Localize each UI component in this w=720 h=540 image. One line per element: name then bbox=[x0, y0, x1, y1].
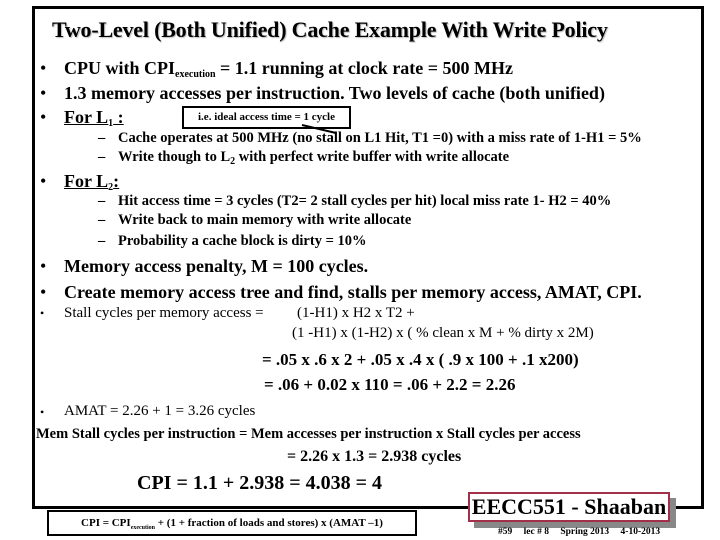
slide-number: #59 bbox=[498, 527, 513, 537]
l2-item-hit-time: Hit access time = 3 cycles (T2= 2 stall … bbox=[118, 193, 612, 209]
l1-item-operation: Cache operates at 500 MHz (no stall on L… bbox=[118, 130, 642, 146]
badge-label: EECC551 - Shaaban bbox=[468, 492, 670, 522]
l1-item-write-policy: Write though to L2 with perfect write bu… bbox=[118, 149, 510, 167]
amat-result: AMAT = 2.26 + 1 = 3.26 cycles bbox=[64, 403, 256, 419]
l2-item-dirty-probability: Probability a cache block is dirty = 10% bbox=[118, 233, 367, 249]
stall-computation-line1: = .05 x .6 x 2 + .05 x .4 x ( .9 x 100 +… bbox=[262, 350, 579, 369]
l2-item-write-back: Write back to main memory with write all… bbox=[118, 212, 412, 228]
bullet-icon: • bbox=[40, 83, 47, 103]
mem-stall-formula: Mem Stall cycles per instruction = Mem a… bbox=[36, 426, 581, 442]
l2-heading: For L2: bbox=[64, 171, 120, 193]
cpi-formula-post: + (1 + fraction of loads and stores) x (… bbox=[155, 517, 383, 529]
stall-formula-line1: (1-H1) x H2 x T2 + bbox=[297, 305, 415, 321]
dash-icon: – bbox=[98, 212, 106, 228]
l2-heading-post: : bbox=[113, 171, 120, 191]
cpi-result: CPI = 1.1 + 2.938 = 4.038 = 4 bbox=[137, 472, 383, 494]
semester: Spring 2013 bbox=[560, 527, 610, 537]
bullet-icon: • bbox=[40, 58, 47, 78]
lecture-number: lec # 8 bbox=[523, 527, 549, 537]
bullet-icon: • bbox=[40, 256, 47, 276]
dash-icon: – bbox=[98, 149, 106, 165]
mem-stall-result: = 2.26 x 1.3 = 2.938 cycles bbox=[287, 448, 462, 465]
cpu-info-sub: execution bbox=[175, 69, 216, 80]
stall-label: Stall cycles per memory access = bbox=[64, 305, 264, 321]
stall-computation-line2: = .06 + 0.02 x 110 = .06 + 2.2 = 2.26 bbox=[264, 375, 516, 394]
bullet-icon: • bbox=[40, 171, 47, 191]
dash-icon: – bbox=[98, 193, 106, 209]
stall-formula-line2: (1 -H1) x (1-H2) x ( % clean x M + % dir… bbox=[292, 325, 594, 341]
cpi-formula-sub: execution bbox=[130, 525, 156, 531]
l2-heading-text: For L bbox=[64, 171, 109, 191]
course-badge: EECC551 - Shaaban bbox=[468, 492, 676, 528]
memory-penalty: Memory access penalty, M = 100 cycles. bbox=[64, 256, 369, 276]
cpi-formula-box: CPI = CPIexecution + (1 + fraction of lo… bbox=[47, 510, 417, 536]
bullet-icon: • bbox=[40, 282, 47, 302]
slide-footer: #59 lec # 8 Spring 2013 4-10-2013 bbox=[498, 527, 669, 537]
memory-accesses-info: 1.3 memory accesses per instruction. Two… bbox=[64, 83, 605, 103]
cpu-info-post: = 1.1 running at clock rate = 500 MHz bbox=[215, 58, 514, 78]
task-statement: Create memory access tree and find, stal… bbox=[64, 282, 642, 302]
l1-heading-text: For L bbox=[64, 107, 109, 127]
cpi-formula-pre: CPI = CPI bbox=[81, 517, 131, 529]
l1-write-post: with perfect write buffer with write all… bbox=[235, 149, 510, 165]
dash-icon: – bbox=[98, 130, 106, 146]
l1-write-pre: Write though to L bbox=[118, 149, 231, 165]
l1-heading: For L1 : bbox=[64, 107, 124, 129]
cpu-info: CPU with CPIexecution = 1.1 running at c… bbox=[64, 58, 514, 80]
bullet-icon: • bbox=[40, 306, 45, 320]
dash-icon: – bbox=[98, 233, 106, 249]
cpu-info-pre: CPU with CPI bbox=[64, 58, 175, 78]
slide-title: Two-Level (Both Unified) Cache Example W… bbox=[52, 17, 608, 42]
bullet-icon: • bbox=[40, 107, 47, 127]
bullet-icon: • bbox=[40, 405, 45, 419]
slide-date: 4-10-2013 bbox=[620, 527, 661, 537]
l1-heading-post: : bbox=[113, 107, 124, 127]
